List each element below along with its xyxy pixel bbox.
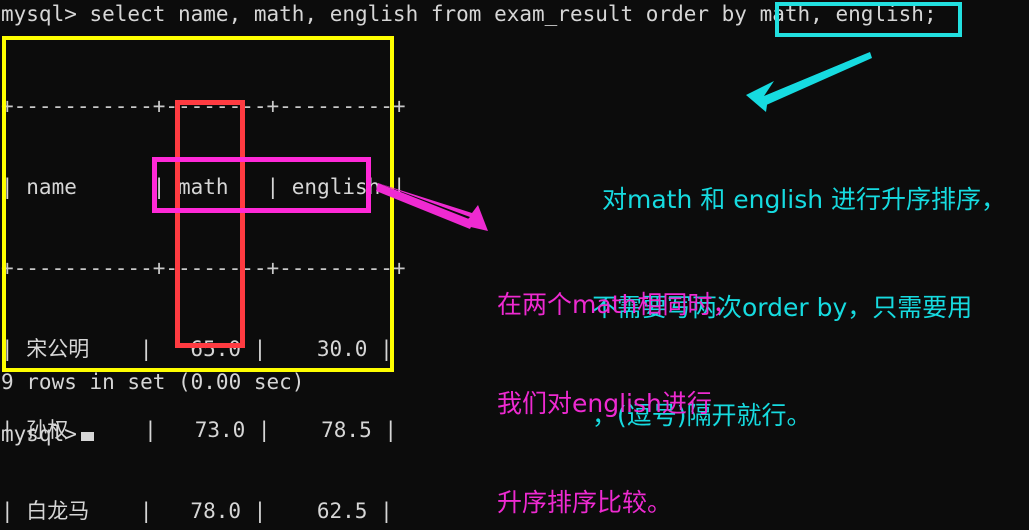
table-row: | 白龙马 | 78.0 | 62.5 | [1,499,393,523]
shell-prompt-text: mysql> [1,422,77,446]
table-row: | 宋公明 | 65.0 | 30.0 | [1,337,393,361]
table-header-rule: +-----------+--------+---------+ [1,256,406,280]
magenta-annotation-line: 在两个math相同时， [497,290,738,319]
terminal-screenshot: mysql> select name, math, english from e… [0,0,1029,530]
table-top-rule: +-----------+--------+---------+ [1,94,406,118]
shell-prompt: mysql> [1,421,94,448]
magenta-annotation-line: 升序排序比较。 [497,488,673,517]
rows-in-set-status: 9 rows in set (0.00 sec) [1,370,305,394]
cyan-annotation-line: 对math 和 english 进行升序排序， [602,185,1007,214]
cyan-arrow-icon [746,52,872,112]
table-header-row: | name | math | english | [1,175,406,199]
magenta-annotation-note: 在两个math相同时， 我们对english进行 升序排序比较。 [497,222,737,530]
result-table: +-----------+--------+---------+ | name … [1,39,406,530]
text-cursor [80,432,94,441]
command-line: mysql> select name, math, english from e… [1,1,937,28]
magenta-annotation-line: 我们对english进行 [497,389,712,418]
command-line-text: mysql> select name, math, english from e… [1,2,937,26]
